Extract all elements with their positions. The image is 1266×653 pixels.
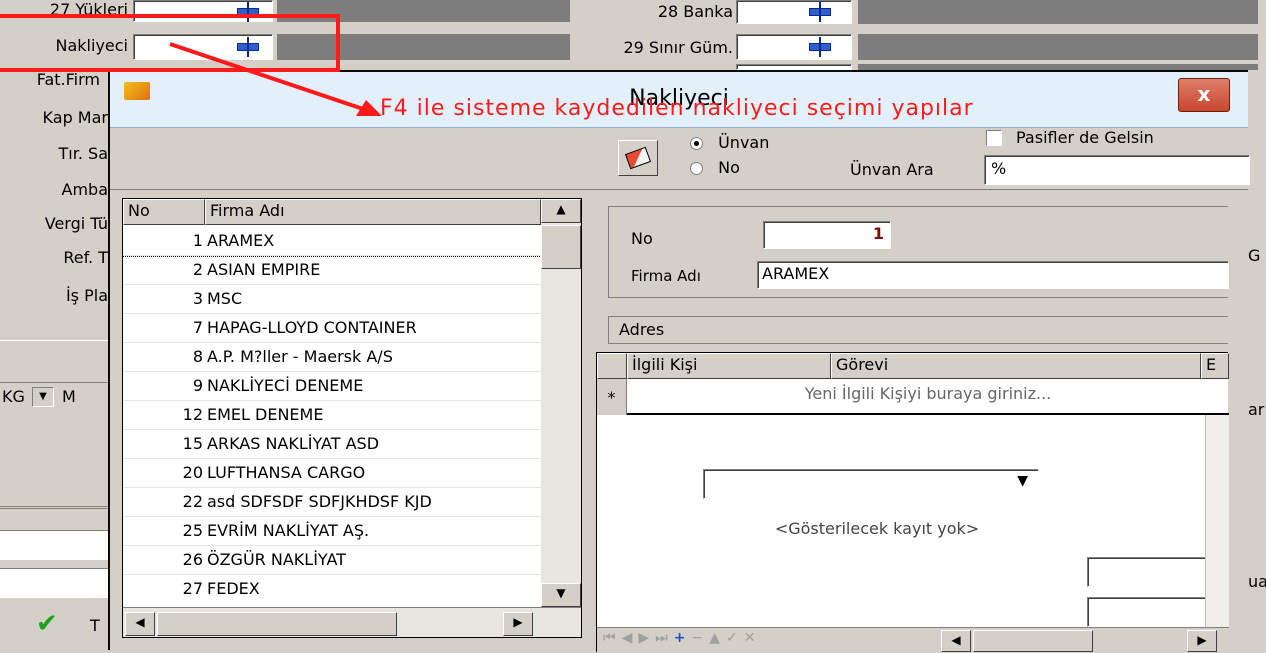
annotation-text: F4 ile sisteme kaydedilen nakliyeci seçi… — [380, 96, 974, 121]
arrow-line — [169, 42, 373, 114]
